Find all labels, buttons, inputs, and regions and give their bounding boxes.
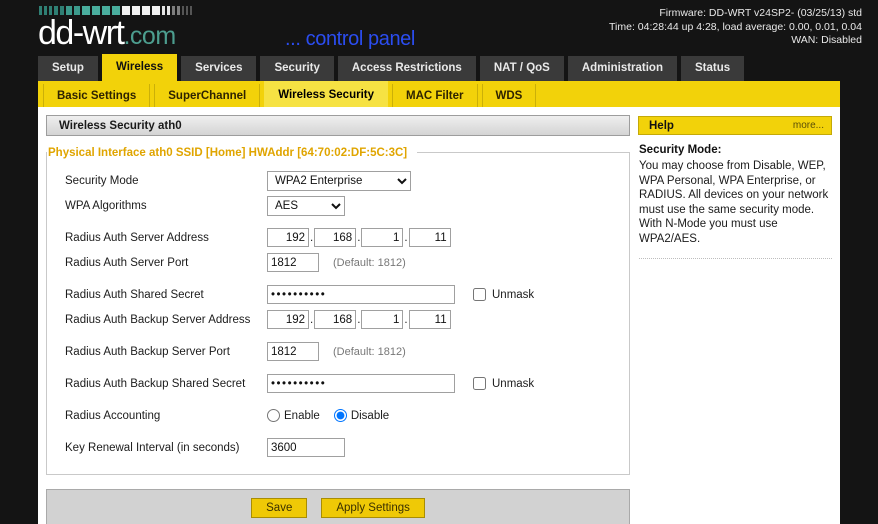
- ip-separator: .: [310, 232, 313, 244]
- help-column: Help more... Security Mode: You may choo…: [638, 115, 832, 524]
- save-button[interactable]: Save: [251, 498, 307, 518]
- ip-separator: .: [357, 314, 360, 326]
- radius-accounting-label: Radius Accounting: [65, 410, 267, 422]
- help-divider: [639, 258, 832, 259]
- radius-accounting-disable-radio[interactable]: [334, 409, 347, 422]
- apply-settings-button[interactable]: Apply Settings: [321, 498, 425, 518]
- page-title: Wireless Security ath0: [46, 115, 630, 136]
- help-subtitle: Security Mode:: [639, 144, 832, 156]
- radius-accounting-enable-label[interactable]: Enable: [284, 410, 320, 422]
- auth-server-ip-octet-2[interactable]: [314, 228, 356, 247]
- auth-unmask-wrapper: Unmask: [473, 288, 534, 301]
- subtab-superchannel[interactable]: SuperChannel: [154, 84, 260, 107]
- ip-separator: .: [404, 314, 407, 326]
- ip-separator: .: [404, 232, 407, 244]
- backup-unmask-label: Unmask: [492, 378, 534, 390]
- wan-status: WAN: Disabled: [609, 34, 862, 48]
- tab-setup[interactable]: Setup: [38, 56, 98, 81]
- subtab-wds[interactable]: WDS: [482, 84, 537, 107]
- auth-server-port-label: Radius Auth Server Port: [65, 257, 267, 269]
- backup-server-port-label: Radius Auth Backup Server Port: [65, 346, 267, 358]
- backup-shared-secret-label: Radius Auth Backup Shared Secret: [65, 378, 267, 390]
- main-navigation-tabs: Setup Wireless Services Security Access …: [38, 55, 878, 81]
- page-header: dd-wrt.com ... control panel Firmware: D…: [0, 0, 878, 55]
- wpa-algorithms-select[interactable]: AES: [267, 196, 345, 216]
- ip-separator: .: [310, 314, 313, 326]
- help-title: Help: [649, 117, 674, 135]
- tab-administration[interactable]: Administration: [568, 56, 677, 81]
- tab-wireless[interactable]: Wireless: [102, 54, 177, 81]
- tab-security[interactable]: Security: [260, 56, 333, 81]
- backup-unmask-wrapper: Unmask: [473, 377, 534, 390]
- security-mode-select[interactable]: WPA2 Enterprise: [267, 171, 411, 191]
- help-more-link[interactable]: more...: [793, 117, 824, 135]
- backup-server-address-label: Radius Auth Backup Server Address: [65, 314, 267, 326]
- auth-server-address-label: Radius Auth Server Address: [65, 232, 267, 244]
- row-wpa-algorithms: WPA Algorithms AES: [47, 193, 629, 218]
- control-panel-subtitle: ... control panel: [285, 28, 415, 51]
- subtab-wireless-security[interactable]: Wireless Security: [264, 81, 388, 107]
- row-security-mode: Security Mode WPA2 Enterprise: [47, 168, 629, 193]
- auth-server-ip-octet-3[interactable]: [361, 228, 403, 247]
- auth-server-port-hint: (Default: 1812): [333, 257, 406, 269]
- auth-server-port-input[interactable]: [267, 253, 319, 272]
- row-auth-shared-secret: Radius Auth Shared Secret Unmask: [47, 282, 629, 307]
- form-action-bar: Save Apply Settings: [46, 489, 630, 524]
- row-backup-shared-secret: Radius Auth Backup Shared Secret Unmask: [47, 371, 629, 396]
- settings-column: Wireless Security ath0 Physical Interfac…: [46, 115, 630, 524]
- subtab-mac-filter[interactable]: MAC Filter: [392, 84, 478, 107]
- backup-server-ip-octet-1[interactable]: [267, 310, 309, 329]
- tab-services[interactable]: Services: [181, 56, 256, 81]
- dd-wrt-logo: dd-wrt.com: [38, 4, 192, 53]
- help-text: You may choose from Disable, WEP, WPA Pe…: [639, 159, 832, 246]
- radius-accounting-radio-group: Enable Disable: [267, 409, 403, 422]
- key-renewal-label: Key Renewal Interval (in seconds): [65, 442, 267, 454]
- system-info: Firmware: DD-WRT v24SP2- (03/25/13) std …: [609, 7, 862, 48]
- backup-server-ip-octet-4[interactable]: [409, 310, 451, 329]
- brand-wordmark: dd-wrt.com: [38, 16, 192, 53]
- help-panel-header: Help more...: [638, 116, 832, 135]
- backup-server-ip-octet-2[interactable]: [314, 310, 356, 329]
- backup-server-port-input[interactable]: [267, 342, 319, 361]
- firmware-version: Firmware: DD-WRT v24SP2- (03/25/13) std: [609, 7, 862, 21]
- backup-shared-secret-input[interactable]: [267, 374, 455, 393]
- wpa-algorithms-label: WPA Algorithms: [65, 200, 267, 212]
- key-renewal-input[interactable]: [267, 438, 345, 457]
- auth-unmask-label: Unmask: [492, 289, 534, 301]
- brand-name: dd-wrt: [38, 14, 123, 52]
- row-backup-server-port: Radius Auth Backup Server Port (Default:…: [47, 339, 629, 364]
- row-radius-accounting: Radius Accounting Enable Disable: [47, 403, 629, 428]
- radius-accounting-disable-label[interactable]: Disable: [351, 410, 389, 422]
- tab-nat-qos[interactable]: NAT / QoS: [480, 56, 564, 81]
- auth-server-ip-octet-4[interactable]: [409, 228, 451, 247]
- row-backup-server-address: Radius Auth Backup Server Address . . .: [47, 307, 629, 332]
- sub-navigation-tabs: Basic Settings SuperChannel Wireless Sec…: [38, 81, 840, 107]
- backup-server-ip-octet-3[interactable]: [361, 310, 403, 329]
- backup-unmask-checkbox[interactable]: [473, 377, 486, 390]
- wireless-security-form: Security Mode WPA2 Enterprise WPA Algori…: [46, 152, 630, 475]
- system-uptime: Time: 04:28:44 up 4:28, load average: 0.…: [609, 21, 862, 35]
- auth-shared-secret-label: Radius Auth Shared Secret: [65, 289, 267, 301]
- auth-unmask-checkbox[interactable]: [473, 288, 486, 301]
- backup-server-port-hint: (Default: 1812): [333, 346, 406, 358]
- subtab-basic-settings[interactable]: Basic Settings: [43, 84, 150, 107]
- tab-access-restrictions[interactable]: Access Restrictions: [338, 56, 476, 81]
- help-panel-body: Security Mode: You may choose from Disab…: [638, 144, 832, 259]
- auth-shared-secret-input[interactable]: [267, 285, 455, 304]
- auth-server-ip-octet-1[interactable]: [267, 228, 309, 247]
- brand-suffix: .com: [123, 22, 175, 50]
- ip-separator: .: [357, 232, 360, 244]
- radius-accounting-enable-radio[interactable]: [267, 409, 280, 422]
- row-key-renewal: Key Renewal Interval (in seconds): [47, 435, 629, 460]
- content-area: Wireless Security ath0 Physical Interfac…: [38, 107, 840, 524]
- row-auth-server-address: Radius Auth Server Address . . .: [47, 225, 629, 250]
- row-auth-server-port: Radius Auth Server Port (Default: 1812): [47, 250, 629, 275]
- security-mode-label: Security Mode: [65, 175, 267, 187]
- tab-status[interactable]: Status: [681, 56, 744, 81]
